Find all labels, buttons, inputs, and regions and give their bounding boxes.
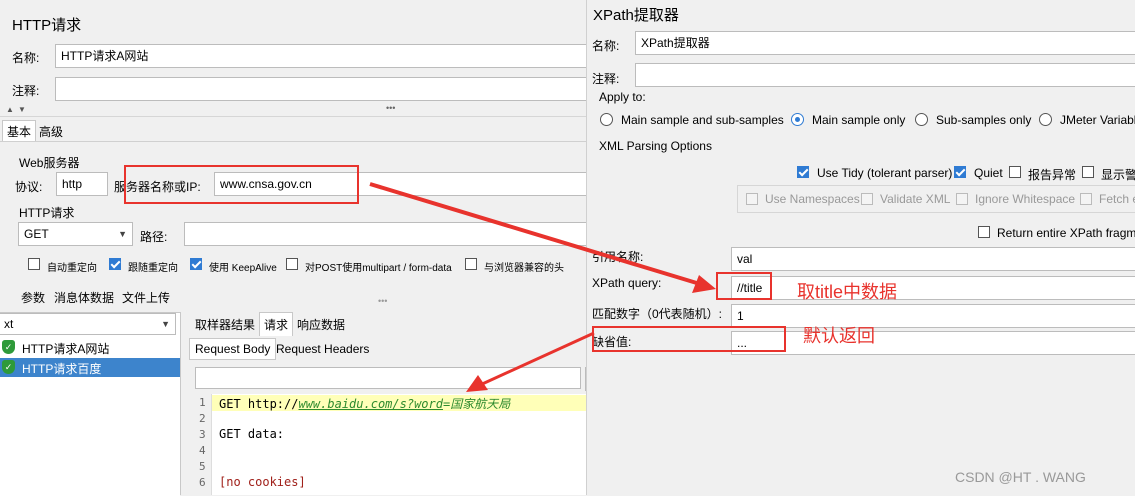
watermark: CSDN @HT . WANG	[955, 469, 1086, 485]
arrow-default-to-code	[479, 331, 595, 387]
arrow-head-icon	[692, 275, 716, 293]
arrow-server-to-query	[369, 182, 701, 286]
annotation-arrows	[369, 182, 716, 392]
